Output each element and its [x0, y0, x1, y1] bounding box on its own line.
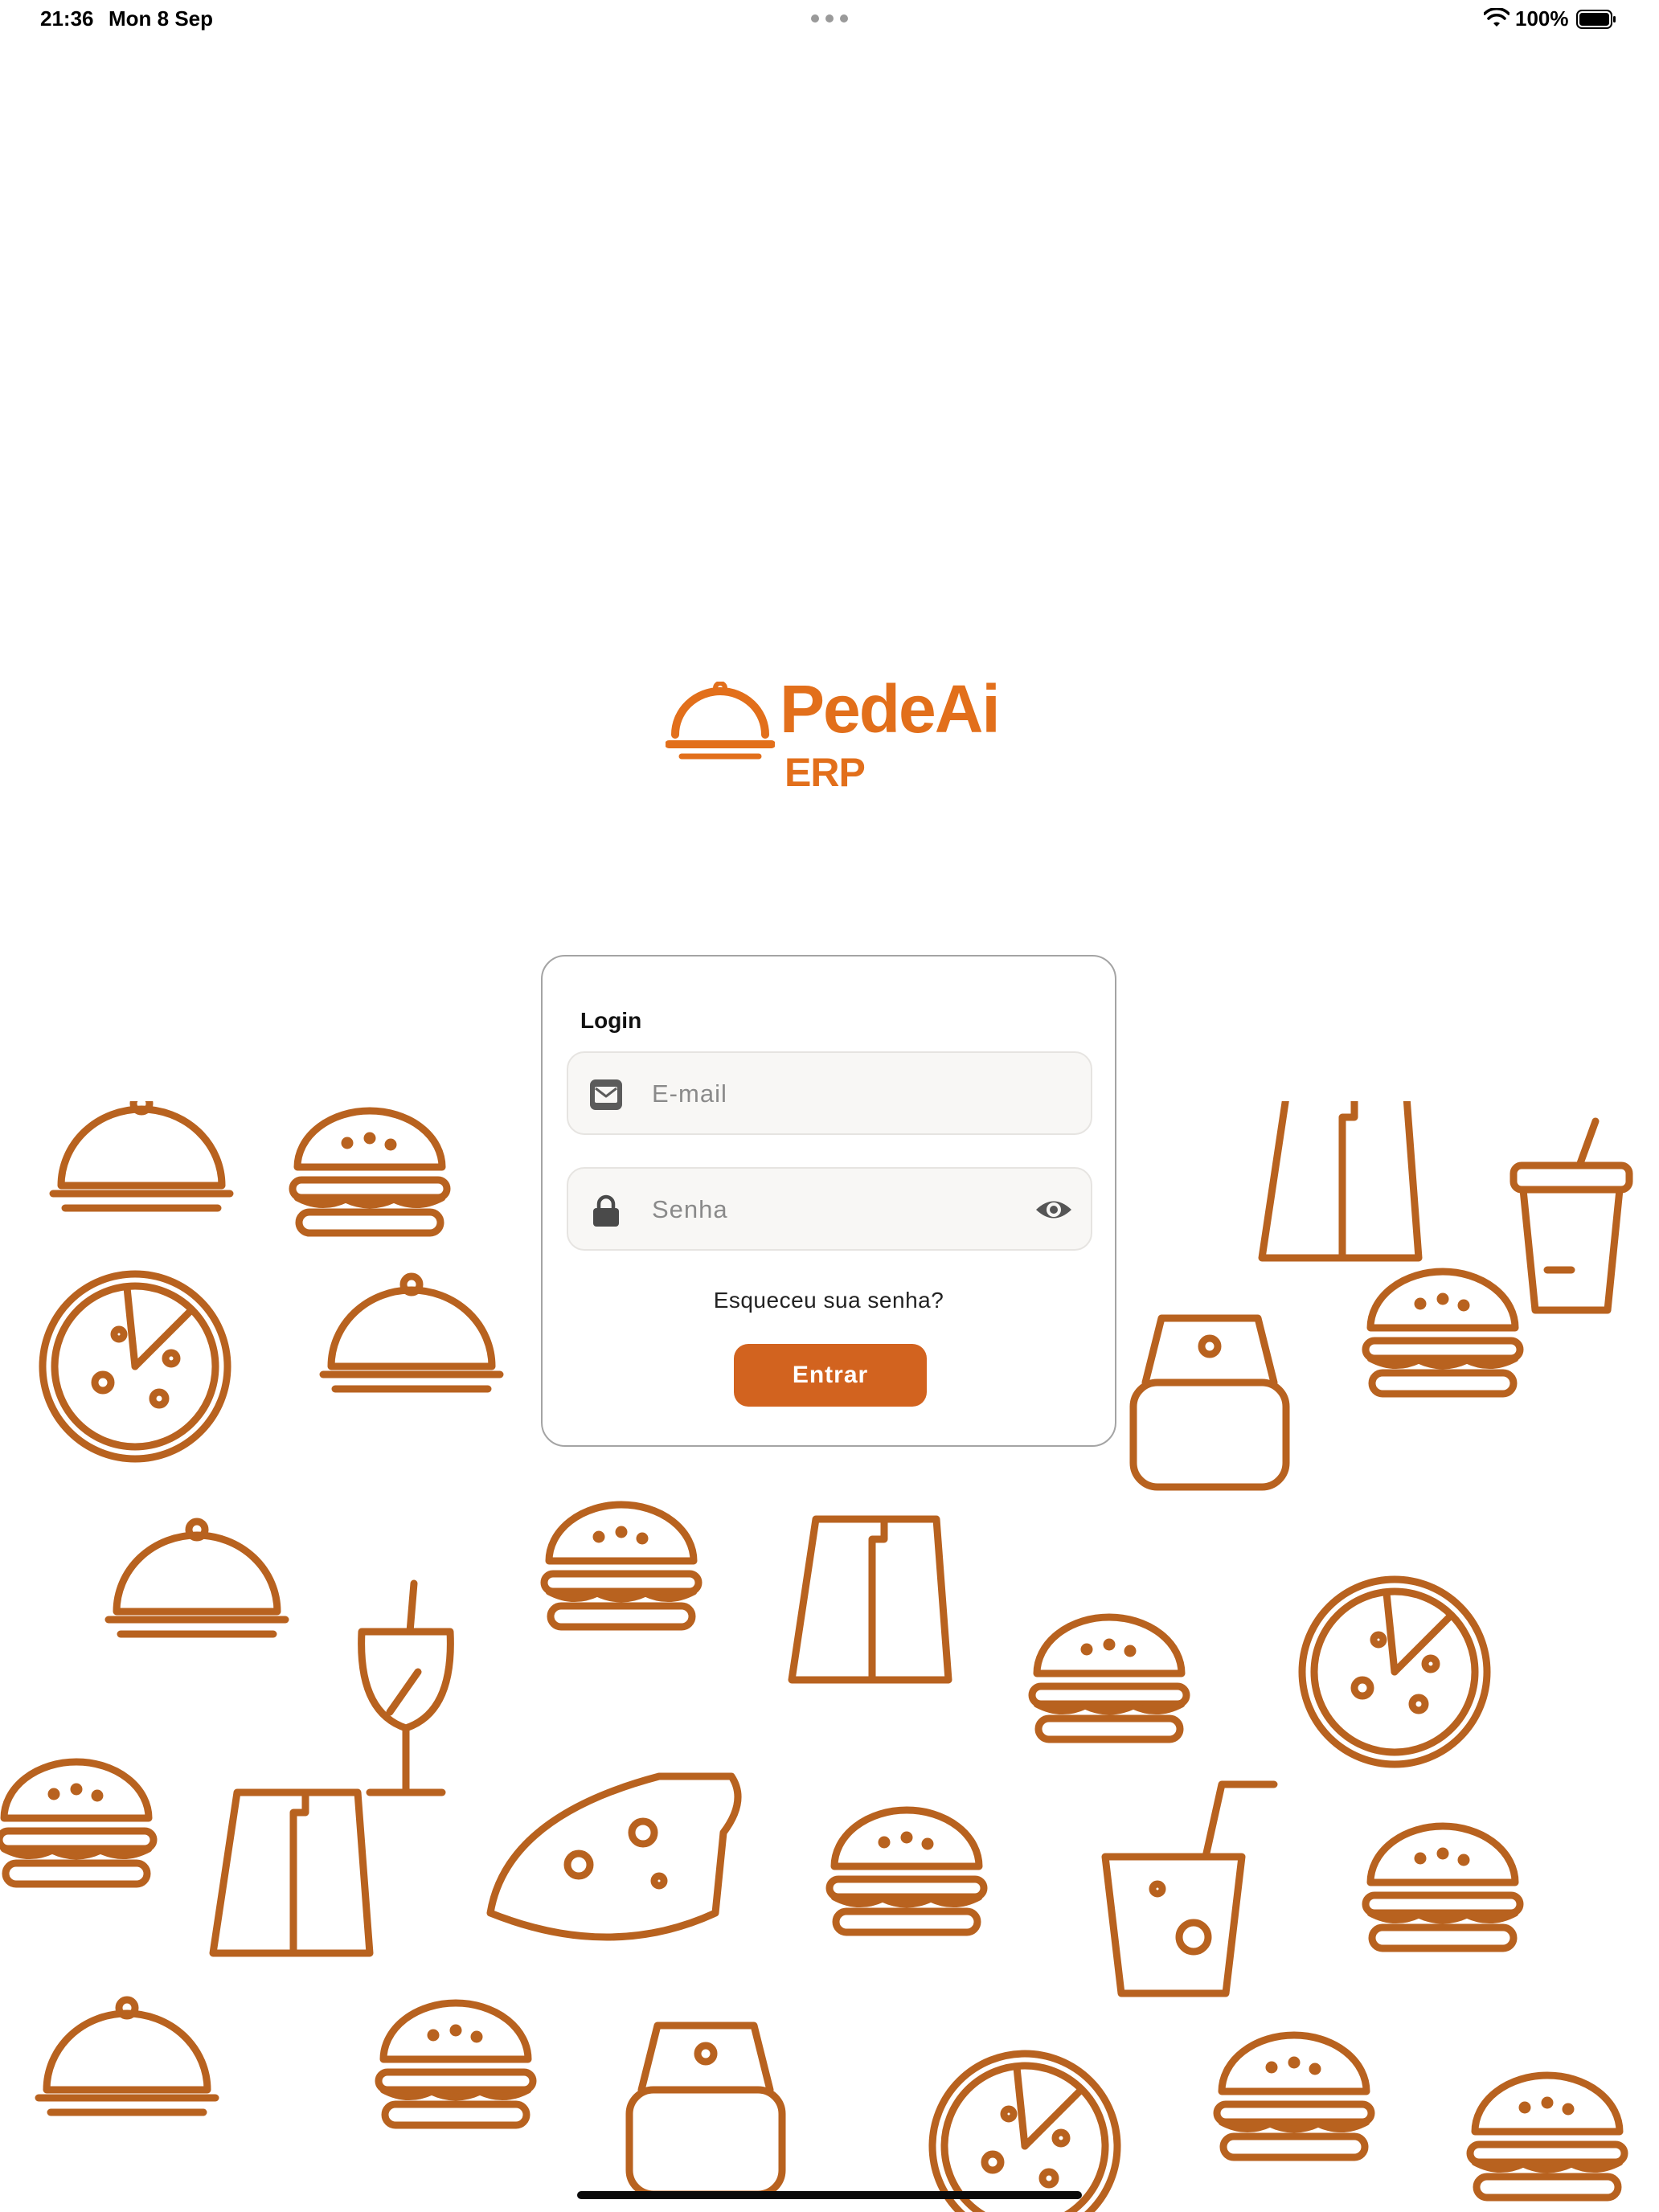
home-indicator[interactable] [577, 2191, 1082, 2199]
status-date: Mon 8 Sep [109, 6, 214, 31]
battery-percentage: 100% [1515, 6, 1569, 31]
email-input[interactable] [650, 1053, 1015, 1135]
brand-name: PedeAi [780, 671, 1001, 747]
multitasking-dots-icon[interactable] [811, 14, 848, 23]
forgot-password-link[interactable]: Esqueceu sua senha? [543, 1288, 1115, 1313]
status-time: 21:36 [40, 6, 94, 31]
login-screen: 21:36 Mon 8 Sep 100% PedeAi ERP Login E-… [0, 0, 1659, 2212]
login-card: Login Esqueceu sua senha? Entrar [541, 955, 1116, 1447]
brand-logo: PedeAi ERP [666, 675, 1027, 802]
battery-icon [1576, 10, 1616, 29]
login-title: Login [580, 1008, 642, 1033]
wifi-icon [1484, 8, 1509, 27]
cloche-icon [666, 682, 775, 760]
email-field[interactable] [567, 1051, 1092, 1135]
login-button[interactable]: Entrar [734, 1344, 927, 1407]
lock-icon [593, 1194, 619, 1227]
status-bar: 21:36 Mon 8 Sep 100% [0, 0, 1659, 40]
brand-subtitle: ERP [784, 750, 866, 795]
eye-icon[interactable] [1034, 1193, 1073, 1227]
envelope-icon [590, 1079, 622, 1110]
password-field[interactable] [567, 1167, 1092, 1251]
password-input[interactable] [650, 1169, 1015, 1251]
